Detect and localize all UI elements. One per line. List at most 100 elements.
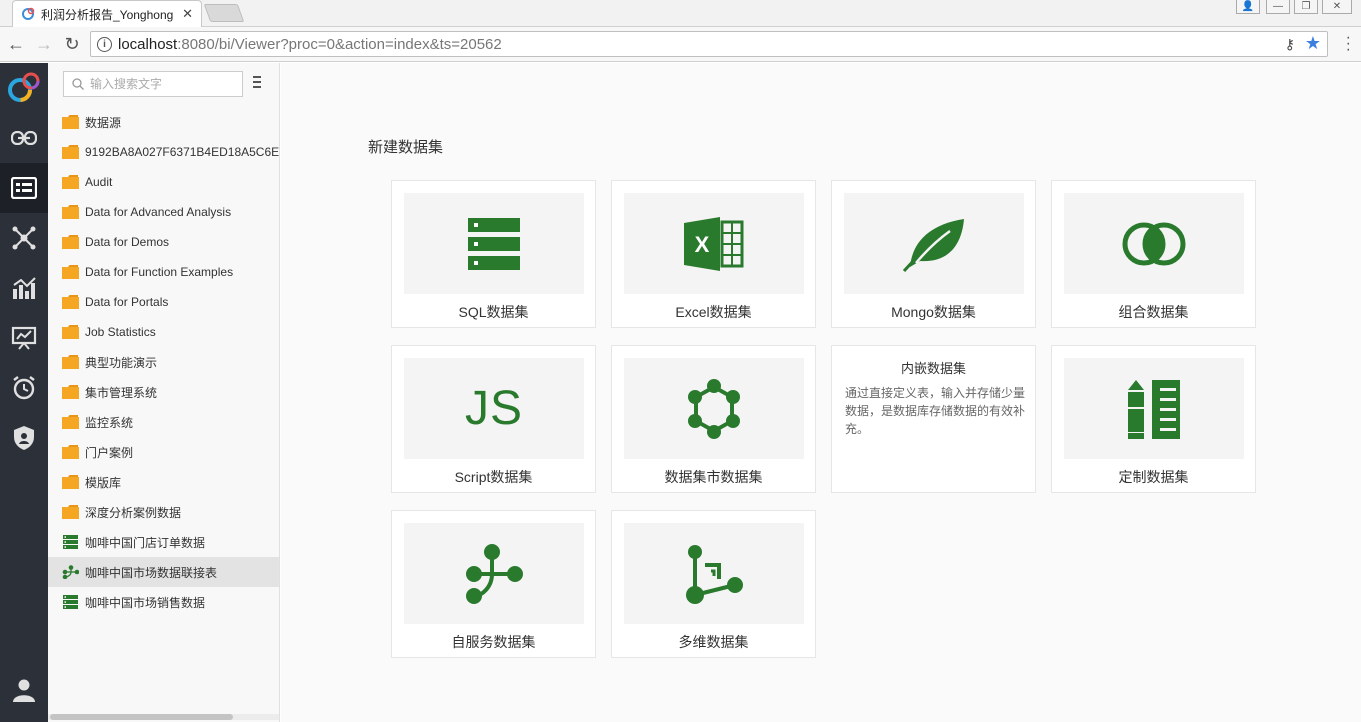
forward-button[interactable]: → [32, 32, 56, 56]
embedded-dataset-card[interactable]: 内嵌数据集 通过直接定义表，输入并存储少量数据，是数据库存储数据的有效补充。 [831, 345, 1036, 493]
info-icon[interactable]: i [97, 36, 112, 52]
folder-icon [62, 475, 85, 489]
presentation-icon[interactable] [0, 313, 48, 363]
bookmark-star-icon[interactable]: ★ [1305, 33, 1321, 54]
search-box[interactable] [63, 71, 243, 97]
url-field[interactable]: i localhost:8080/bi/Viewer?proc=0&action… [90, 31, 1328, 57]
folder-icon [62, 175, 85, 189]
security-shield-icon[interactable] [0, 413, 48, 463]
tree-item-label: Data for Function Examples [85, 265, 234, 279]
card-label: 自服务数据集 [451, 634, 536, 650]
self-service-dataset-card[interactable]: 自服务数据集 [391, 510, 596, 658]
tree-item-label: Data for Portals [85, 295, 169, 309]
tree-item[interactable]: Audit [48, 167, 279, 197]
minimize-button[interactable]: — [1266, 0, 1290, 14]
tree-item-label: 典型功能演示 [85, 355, 158, 370]
card-label: 定制数据集 [1118, 469, 1189, 485]
folder-icon [62, 325, 85, 339]
tree-menu-icon[interactable] [253, 76, 261, 91]
tree-item-label: 监控系统 [85, 415, 134, 430]
data-mart-dataset-card[interactable]: 数据集市数据集 [611, 345, 816, 493]
dataset-icon[interactable] [0, 163, 48, 213]
tree-item[interactable]: Job Statistics [48, 317, 279, 347]
browser-tab[interactable]: 利润分析报告_Yonghong ✕ [12, 0, 202, 27]
tree-item-label: Data for Demos [85, 235, 170, 249]
tab-close-icon[interactable]: ✕ [182, 6, 193, 22]
tree-item[interactable]: 9192BA8A027F6371B4ED18A5C6E [48, 137, 280, 167]
tree-item[interactable]: 咖啡中国门店订单数据 [48, 527, 279, 557]
sql-dataset-card[interactable]: SQL数据集 [391, 180, 596, 328]
page-title: 新建数据集 [368, 139, 444, 156]
chart-icon[interactable] [0, 263, 48, 313]
cube-dataset-card[interactable]: 多维数据集 [611, 510, 816, 658]
tree-item-label: 门户案例 [85, 445, 134, 460]
tree-item[interactable]: 咖啡中国市场数据联接表 [48, 557, 279, 587]
link-icon[interactable] [0, 113, 48, 163]
folder-icon [62, 385, 85, 399]
tree-item[interactable]: Data for Advanced Analysis [48, 197, 279, 227]
tree-item-label: 9192BA8A027F6371B4ED18A5C6E [85, 145, 280, 159]
network-icon[interactable] [0, 213, 48, 263]
tree-item-label: 模版库 [85, 475, 122, 490]
profile-icon[interactable]: 👤 [1236, 0, 1260, 14]
tree-item-label: Job Statistics [85, 325, 156, 339]
mongo-dataset-card[interactable]: Mongo数据集 [831, 180, 1036, 328]
close-window-button[interactable]: ✕ [1322, 0, 1352, 14]
card-label: Mongo数据集 [891, 304, 976, 320]
address-toolbar: ← → ↻ i localhost:8080/bi/Viewer?proc=0&… [0, 27, 1361, 62]
excel-dataset-card[interactable]: X Excel数据集 [611, 180, 816, 328]
folder-icon [62, 205, 85, 219]
self-service-icon [466, 543, 523, 604]
folder-icon [62, 235, 85, 249]
tree-item[interactable]: 典型功能演示 [48, 347, 279, 377]
card-label: Excel数据集 [675, 304, 752, 320]
restore-button[interactable]: ❐ [1294, 0, 1318, 14]
folder-icon [62, 355, 85, 369]
tree-item[interactable]: 深度分析案例数据 [48, 497, 279, 527]
browser-menu-icon[interactable]: · · · [1346, 30, 1351, 58]
new-tab-button[interactable] [203, 4, 245, 22]
tree-item[interactable]: Data for Demos [48, 227, 279, 257]
search-icon [72, 78, 84, 90]
nav-rail [0, 63, 48, 722]
app-logo-icon [0, 63, 48, 113]
table-dataset-icon [62, 595, 85, 609]
svg-text:X: X [695, 232, 710, 257]
script-dataset-card[interactable]: JS Script数据集 [391, 345, 596, 493]
tree-item[interactable]: 咖啡中国市场销售数据 [48, 587, 279, 617]
horizontal-scrollbar[interactable] [48, 714, 279, 720]
tree-item-label: 咖啡中国市场销售数据 [85, 595, 206, 610]
tree-item-label: 咖啡中国门店订单数据 [85, 535, 206, 550]
url-path: :8080/bi/Viewer?proc=0&action=index&ts=2… [177, 35, 502, 53]
tree-item[interactable]: 集市管理系统 [48, 377, 279, 407]
custom-pencil-icon [1128, 379, 1180, 439]
tree-item[interactable]: 数据源 [48, 107, 279, 137]
scrollbar-thumb[interactable] [50, 714, 233, 720]
key-icon[interactable]: ⚷ [1285, 36, 1295, 53]
tree-item-label: 深度分析案例数据 [85, 505, 182, 520]
custom-dataset-card[interactable]: 定制数据集 [1051, 345, 1256, 493]
reload-button[interactable]: ↻ [60, 32, 84, 56]
tree-item[interactable]: 监控系统 [48, 407, 279, 437]
card-label: SQL数据集 [458, 304, 529, 320]
back-button[interactable]: ← [4, 32, 28, 56]
tree-item[interactable]: Data for Portals [48, 287, 279, 317]
tree-item[interactable]: Data for Function Examples [48, 257, 279, 287]
cube-dataset-icon [686, 544, 743, 604]
tree-item-label: Audit [85, 175, 113, 189]
excel-icon: X [684, 216, 744, 271]
folder-icon [62, 145, 85, 159]
dataset-tree-panel: 数据源 9192BA8A027F6371B4ED18A5C6E Audit Data … [48, 63, 280, 722]
alarm-clock-icon[interactable] [0, 363, 48, 413]
tab-title: 利润分析报告_Yonghong [41, 7, 174, 22]
sql-database-icon [468, 217, 520, 270]
search-input[interactable] [90, 77, 230, 91]
url-host: localhost [118, 35, 178, 53]
folder-icon [62, 445, 85, 459]
combine-dataset-card[interactable]: 组合数据集 [1051, 180, 1256, 328]
folder-icon [62, 505, 85, 519]
card-label: 多维数据集 [678, 634, 749, 650]
user-profile-icon[interactable] [0, 678, 48, 702]
tree-item[interactable]: 门户案例 [48, 437, 279, 467]
tree-item[interactable]: 模版库 [48, 467, 279, 497]
